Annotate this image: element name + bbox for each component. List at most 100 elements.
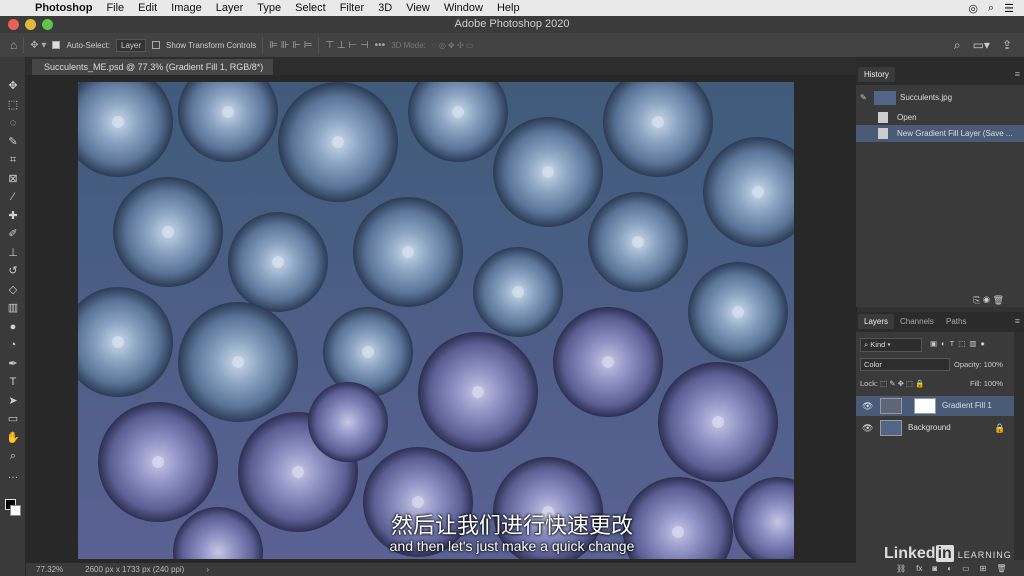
canvas-image[interactable] xyxy=(78,82,794,559)
tab-layers[interactable]: Layers xyxy=(858,314,895,329)
visibility-eye-icon[interactable]: 👁 xyxy=(862,396,873,416)
menu-image[interactable]: Image xyxy=(164,2,209,14)
3d-mode-icons[interactable]: ◌ ◎ ✥ ✣ ▭ xyxy=(432,41,474,50)
lock-icons[interactable]: ⬚ ✎ ✥ ⬚ 🔒 xyxy=(880,379,924,388)
menu-select[interactable]: Select xyxy=(288,2,333,14)
menu-help[interactable]: Help xyxy=(490,2,527,14)
menu-filter[interactable]: Filter xyxy=(333,2,371,14)
layers-scrollbar[interactable] xyxy=(1014,332,1024,564)
search-icon[interactable]: ⌕ xyxy=(954,38,961,53)
rectangle-tool-icon[interactable]: ▭ xyxy=(0,410,26,429)
tab-channels[interactable]: Channels xyxy=(894,314,940,329)
close-window-button[interactable] xyxy=(8,19,19,30)
more-tools-icon[interactable]: … xyxy=(0,466,26,485)
history-snapshot[interactable]: ✎ Succulents.jpg xyxy=(856,88,1024,108)
menu-app-name[interactable]: Photoshop xyxy=(28,2,99,14)
filter-kind-dropdown[interactable]: ⌕ Kind ▾ xyxy=(860,338,922,352)
document-icon xyxy=(878,112,888,123)
filter-icons[interactable]: ▣◐T⬚▥● xyxy=(930,339,1024,348)
layer-background[interactable]: 👁 Background 🔒 xyxy=(856,418,1014,438)
canvas-area xyxy=(26,75,856,563)
distribute-icons[interactable]: ⊤ ⊥ ⊢ ⊣ xyxy=(325,40,368,51)
spotlight-search-icon[interactable]: ⌕ xyxy=(988,2,994,15)
marquee-tool-icon[interactable]: ⬚ xyxy=(0,96,26,115)
history-brush-source-icon[interactable]: ✎ xyxy=(860,88,867,108)
menu-list-icon[interactable]: ☰ xyxy=(1004,2,1014,15)
brand-learning: LEARNING xyxy=(957,550,1012,560)
home-icon[interactable]: ⌂ xyxy=(10,38,17,52)
document-dimensions: 2600 px x 1733 px (240 ppi) xyxy=(85,565,185,574)
menu-type[interactable]: Type xyxy=(250,2,288,14)
camera-icon[interactable]: ◉ xyxy=(983,295,990,305)
menu-file[interactable]: File xyxy=(99,2,131,14)
quick-select-tool-icon[interactable]: ✎ xyxy=(0,133,26,152)
minimize-window-button[interactable] xyxy=(25,19,36,30)
layers-panel: ⌕ Kind ▾ ▣◐T⬚▥● Color Opacity: 100% Lock… xyxy=(856,332,1024,564)
move-tool-icon[interactable]: ✥ xyxy=(0,77,26,96)
opacity-value[interactable]: 100% xyxy=(984,360,1003,369)
lasso-tool-icon[interactable]: ◌ xyxy=(0,114,26,133)
trash-icon[interactable]: 🗑 xyxy=(993,295,1004,305)
panel-menu-icon[interactable]: ≡ xyxy=(1015,316,1020,326)
add-mask-icon[interactable]: ◙ xyxy=(932,564,937,573)
blur-tool-icon[interactable]: ● xyxy=(0,318,26,337)
path-select-icon[interactable]: ➤ xyxy=(0,392,26,411)
history-brush-icon[interactable]: ↺ xyxy=(0,262,26,281)
new-document-from-state-icon[interactable]: ⎘ xyxy=(973,295,980,305)
zoom-window-button[interactable] xyxy=(42,19,53,30)
brush-tool-icon[interactable]: ✐ xyxy=(0,225,26,244)
eraser-tool-icon[interactable]: ◇ xyxy=(0,281,26,300)
auto-select-checkbox[interactable] xyxy=(52,41,61,49)
trash-icon[interactable]: 🗑 xyxy=(996,564,1006,573)
show-transform-checkbox[interactable] xyxy=(152,41,161,49)
auto-select-dropdown[interactable]: Layer xyxy=(116,38,147,52)
creative-cloud-icon[interactable]: ◎ xyxy=(968,2,978,15)
zoom-level[interactable]: 77.32% xyxy=(36,563,63,576)
tab-history[interactable]: History xyxy=(858,67,895,82)
tab-paths[interactable]: Paths xyxy=(940,314,972,329)
panel-collapse-bar[interactable] xyxy=(856,57,1024,65)
chevron-right-icon[interactable]: › xyxy=(206,563,209,576)
fx-icon[interactable]: fx xyxy=(916,564,922,573)
layer-thumbnail xyxy=(880,398,902,414)
menu-view[interactable]: View xyxy=(399,2,437,14)
move-tool-icon[interactable]: ✥ ▾ xyxy=(30,40,46,51)
healing-brush-icon[interactable]: ✚ xyxy=(0,207,26,226)
menu-edit[interactable]: Edit xyxy=(131,2,164,14)
window-titlebar: Adobe Photoshop 2020 xyxy=(0,16,1024,33)
visibility-eye-icon[interactable]: 👁 xyxy=(862,418,873,438)
document-tab-title: Succulents_ME.psd @ 77.3% (Gradient Fill… xyxy=(44,62,264,72)
workspace-icon[interactable]: ▭▾ xyxy=(973,38,990,53)
eyedropper-tool-icon[interactable]: ⁄ xyxy=(0,188,26,207)
menu-layer[interactable]: Layer xyxy=(209,2,251,14)
stamp-tool-icon[interactable]: ⊥ xyxy=(0,244,26,263)
crop-tool-icon[interactable]: ⌗ xyxy=(0,151,26,170)
dodge-tool-icon[interactable]: ◔ xyxy=(0,336,26,355)
tools-panel: ✥ ⬚ ◌ ✎ ⌗ ⊠ ⁄ ✚ ✐ ⊥ ↺ ◇ ▥ ● ◔ ✒ T ➤ ▭ ✋ … xyxy=(0,57,26,576)
share-icon[interactable]: ⇪ xyxy=(1002,38,1012,53)
new-group-icon[interactable]: ▭ xyxy=(962,564,970,573)
document-tab[interactable]: Succulents_ME.psd @ 77.3% (Gradient Fill… xyxy=(32,59,274,75)
panel-menu-icon[interactable]: ≡ xyxy=(1015,69,1020,79)
layer-mask-thumbnail[interactable] xyxy=(914,398,936,414)
zoom-tool-icon[interactable]: ⌕ xyxy=(0,447,26,466)
new-layer-icon[interactable]: ⊞ xyxy=(980,564,987,573)
adjustment-layer-icon[interactable]: ◐ xyxy=(947,564,952,573)
more-options-icon[interactable]: ••• xyxy=(375,40,386,51)
hand-tool-icon[interactable]: ✋ xyxy=(0,429,26,448)
menu-window[interactable]: Window xyxy=(437,2,490,14)
link-layers-icon[interactable]: ⛓ xyxy=(896,564,906,573)
align-icons[interactable]: ⊫ ⊪ ⊩ ⊨ xyxy=(269,40,312,51)
history-panel: ✎ Succulents.jpg Open New Gradient Fill … xyxy=(856,85,1024,295)
fill-value[interactable]: 100% xyxy=(984,379,1003,388)
history-state-selected[interactable]: New Gradient Fill Layer (Save ... xyxy=(856,125,1024,142)
type-tool-icon[interactable]: T xyxy=(0,373,26,392)
blend-mode-dropdown[interactable]: Color xyxy=(860,358,950,371)
history-state[interactable]: Open xyxy=(856,109,1024,126)
frame-tool-icon[interactable]: ⊠ xyxy=(0,170,26,189)
gradient-tool-icon[interactable]: ▥ xyxy=(0,299,26,318)
pen-tool-icon[interactable]: ✒ xyxy=(0,355,26,374)
layer-gradient-fill[interactable]: 👁 Gradient Fill 1 xyxy=(856,396,1014,416)
menu-3d[interactable]: 3D xyxy=(371,2,399,14)
succulents-photo xyxy=(78,82,794,559)
